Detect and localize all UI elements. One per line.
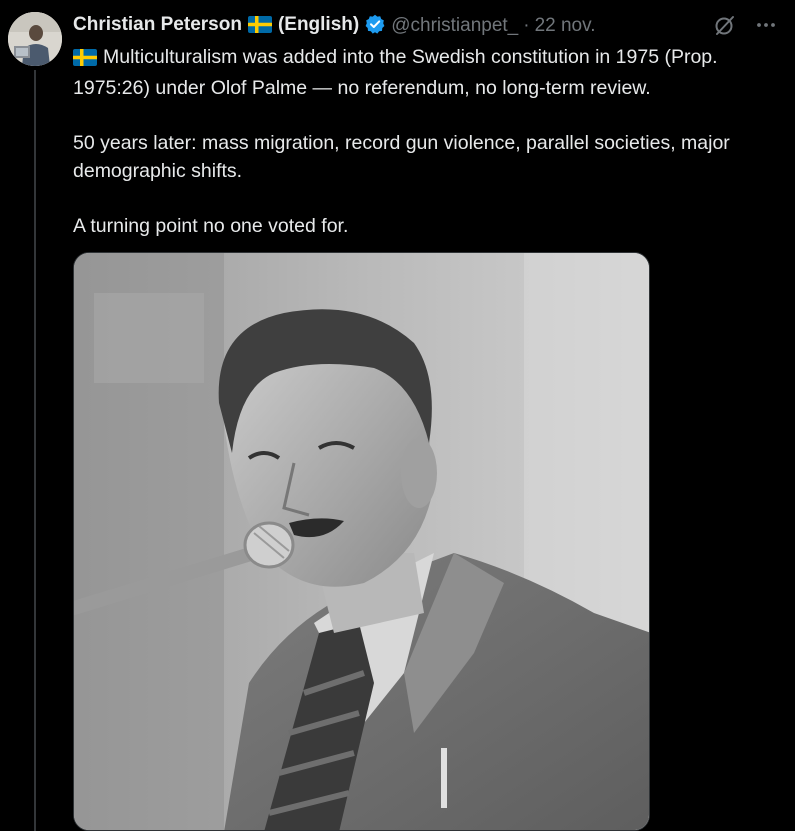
author-name-group[interactable]: Christian Peterson (English): [73, 14, 359, 39]
tweet-date[interactable]: 22 nov.: [535, 15, 596, 37]
avatar-image: [8, 12, 62, 66]
sweden-flag-icon: [73, 46, 97, 74]
tweet-paragraph: A turning point no one voted for.: [73, 215, 349, 237]
paragraph-1: Multiculturalism was added into the Swed…: [73, 46, 718, 99]
avatar[interactable]: [8, 12, 62, 66]
sweden-flag-icon: [247, 15, 272, 39]
author-handle[interactable]: @christianpet_: [391, 15, 518, 37]
tweet-header: Christian Peterson (English) @christianpe…: [73, 13, 785, 39]
header-actions: [713, 13, 777, 37]
grok-icon[interactable]: [713, 13, 737, 37]
photo-image: [74, 253, 649, 830]
tweet-text: Multiculturalism was added into the Swed…: [73, 43, 788, 240]
author-name[interactable]: Christian Peterson: [73, 14, 242, 35]
verified-badge-icon[interactable]: [365, 14, 385, 39]
tweet-paragraph: Multiculturalism was added into the Swed…: [73, 43, 788, 102]
tweet-photo[interactable]: [73, 252, 650, 831]
author-tag[interactable]: (English): [278, 14, 359, 35]
tweet-paragraph: 50 years later: mass migration, record g…: [73, 132, 730, 182]
thread-line: [34, 70, 36, 831]
more-icon[interactable]: [755, 14, 777, 36]
separator-dot: ·: [523, 15, 530, 36]
